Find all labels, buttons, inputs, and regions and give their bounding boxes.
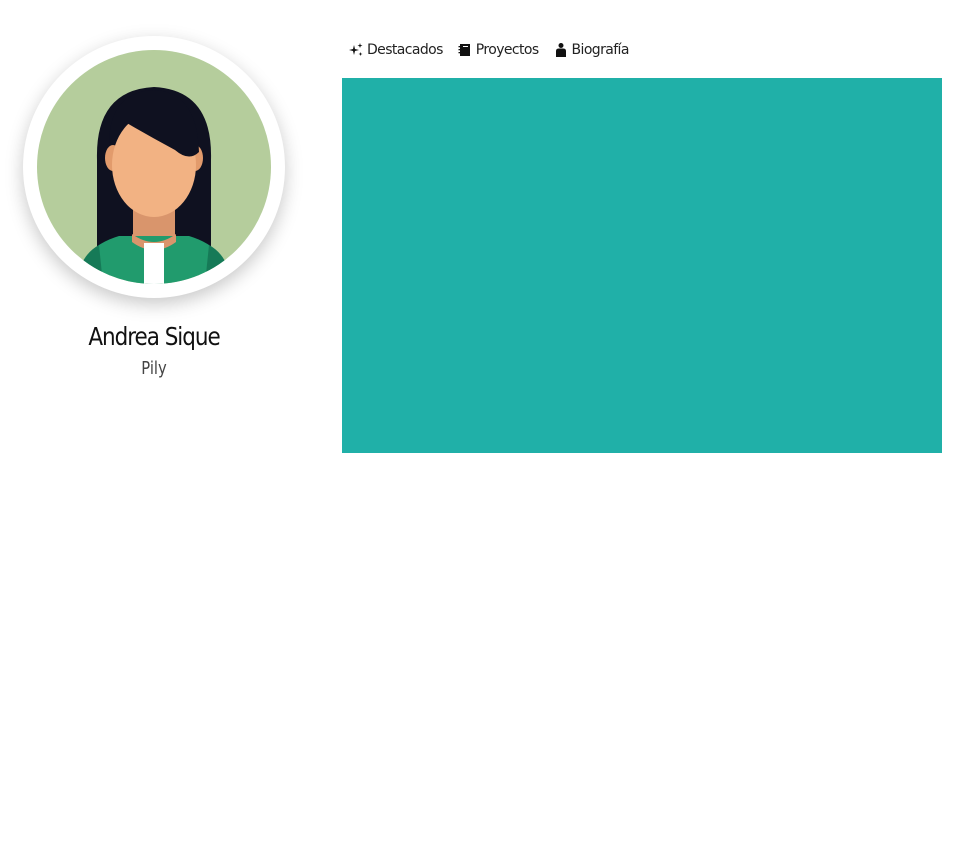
profile-nickname: Pily (141, 358, 167, 379)
tab-biografia[interactable]: Biografía (553, 42, 629, 58)
content-panel (342, 78, 942, 453)
sparkles-icon (348, 42, 364, 58)
notebook-icon (457, 42, 473, 58)
avatar (37, 50, 271, 284)
tab-label: Proyectos (475, 42, 539, 58)
person-icon (553, 42, 569, 58)
avatar-illustration (77, 87, 231, 284)
tab-proyectos[interactable]: Proyectos (457, 42, 539, 58)
portfolio-page: Andrea Sique Pily Destacados Proyectos B… (0, 0, 974, 848)
tab-label: Destacados (367, 42, 443, 58)
profile-name: Andrea Sique (88, 322, 220, 351)
section-tabs: Destacados Proyectos Biografía (348, 38, 643, 62)
tab-label: Biografía (571, 42, 630, 58)
tab-destacados[interactable]: Destacados (348, 42, 443, 58)
avatar-frame (23, 36, 285, 298)
